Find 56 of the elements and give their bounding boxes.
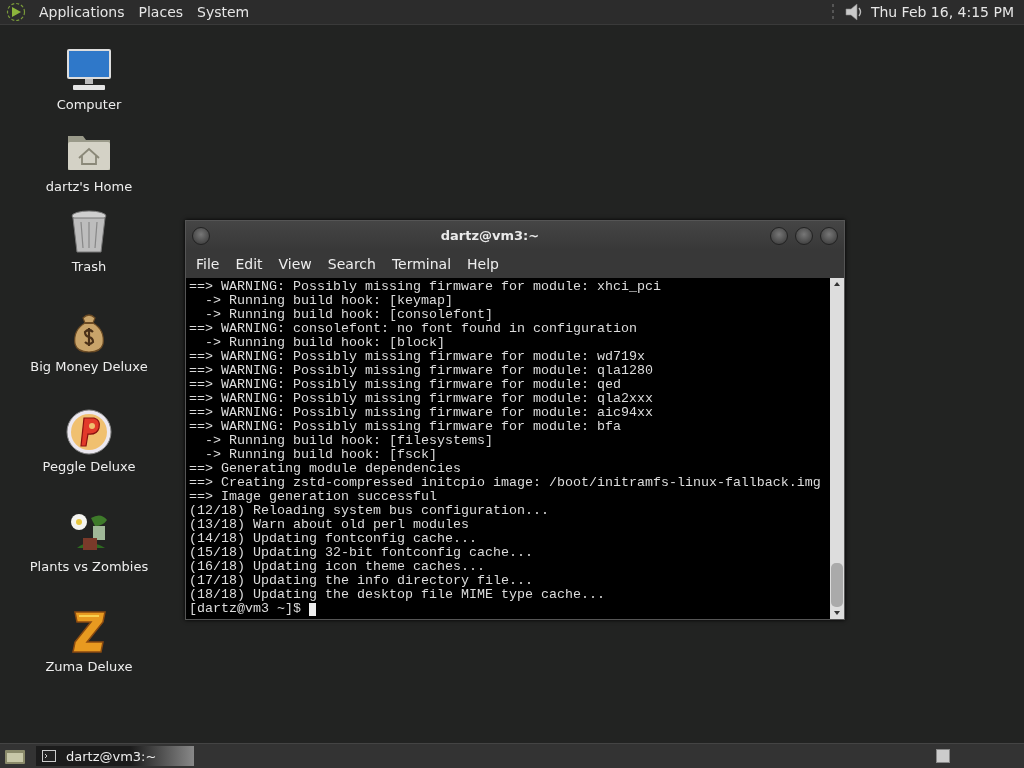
terminal-line: (15/18) Updating 32-bit fontconfig cache...: [189, 546, 534, 560]
show-desktop-icon[interactable]: [4, 747, 26, 765]
desktop-icon-label[interactable]: Plants vs Zombies: [29, 559, 149, 574]
menu-item[interactable]: Terminal: [383, 256, 460, 272]
terminal-line: ==> WARNING: Possibly missing firmware for module: aic94xx: [189, 406, 654, 420]
shell-prompt: [dartz@vm3 ~]$: [189, 602, 301, 616]
terminal-line: (13/18) Warn about old perl modules: [189, 518, 470, 532]
terminal-line: ==> WARNING: Possibly missing firmware for module: wd719x: [189, 350, 646, 364]
scrollbar-thumb[interactable]: [831, 563, 843, 607]
terminal-line: ==> Image generation successful: [189, 490, 438, 504]
terminal-icon: [42, 750, 56, 762]
menu-item[interactable]: View: [270, 256, 320, 272]
workspace-switcher[interactable]: [936, 749, 950, 763]
terminal-line: ==> WARNING: Possibly missing firmware for module: xhci_pci: [189, 280, 662, 294]
panel-menu[interactable]: Applications: [32, 4, 132, 20]
terminal-line: ==> WARNING: consolefont: no font found in configuration: [189, 322, 638, 336]
panel-menu[interactable]: System: [190, 4, 257, 20]
desktop-icon-label[interactable]: Computer: [56, 97, 122, 112]
text-cursor: [309, 602, 316, 616]
panel-menu[interactable]: Places: [131, 4, 191, 20]
menu-item[interactable]: Search: [319, 256, 384, 272]
terminal-line: (18/18) Updating the desktop file MIME type cache...: [189, 588, 606, 602]
window-title: dartz@vm3:~: [439, 228, 541, 243]
terminal-line: (16/18) Updating icon theme caches...: [189, 560, 486, 574]
desktop-icon-label[interactable]: Big Money Deluxe: [30, 359, 148, 374]
desktop-icon-label[interactable]: dartz's Home: [45, 179, 133, 194]
menu-item[interactable]: Edit: [227, 256, 271, 272]
terminal-line: -> Running build hook: [filesystems]: [204, 434, 494, 448]
terminal-line: ==> WARNING: Possibly missing firmware for module: bfa: [189, 420, 622, 434]
taskbar-window-button[interactable]: dartz@vm3:~: [36, 746, 194, 766]
terminal-line: (17/18) Updating the info directory file...: [189, 574, 534, 588]
scrollbar[interactable]: [830, 278, 844, 619]
terminal-line: ==> WARNING: Possibly missing firmware for module: qla1280: [189, 364, 654, 378]
desktop-icon-label[interactable]: Zuma Deluxe: [45, 659, 133, 674]
window-menu-button[interactable]: [192, 226, 210, 245]
desktop-icon-label[interactable]: Peggle Deluxe: [42, 459, 136, 474]
menu-item[interactable]: Help: [459, 256, 507, 272]
terminal-line: (12/18) Reloading system bus configuration...: [189, 504, 550, 518]
panel-clock[interactable]: Thu Feb 16, 4:15 PM: [870, 4, 1016, 20]
terminal-line: ==> Generating module dependencies: [189, 462, 462, 476]
menu-logo-icon[interactable]: [6, 2, 26, 22]
terminal-line: -> Running build hook: [consolefont]: [204, 308, 494, 322]
close-button[interactable]: [820, 226, 838, 245]
peggle-icon[interactable]: [65, 408, 113, 456]
minimize-button[interactable]: [770, 226, 788, 245]
desktop-icon-label[interactable]: Trash: [71, 259, 107, 274]
maximize-button[interactable]: [795, 226, 813, 245]
terminal-line: (14/18) Updating fontconfig cache...: [189, 532, 478, 546]
panel-grip-icon: [830, 2, 835, 22]
terminal-line: ==> Creating zstd-compressed initcpio image: /boot/initramfs-linux-fallback.img: [189, 476, 822, 490]
terminal-line: -> Running build hook: [block]: [204, 336, 446, 350]
menu-item[interactable]: File: [188, 256, 228, 272]
terminal-line: -> Running build hook: [fsck]: [204, 448, 438, 462]
terminal-line: ==> WARNING: Possibly missing firmware for module: qed: [189, 378, 622, 392]
terminal-line: ==> WARNING: Possibly missing firmware for module: qla2xxx: [189, 392, 654, 406]
terminal-line: -> Running build hook: [keymap]: [204, 294, 454, 308]
